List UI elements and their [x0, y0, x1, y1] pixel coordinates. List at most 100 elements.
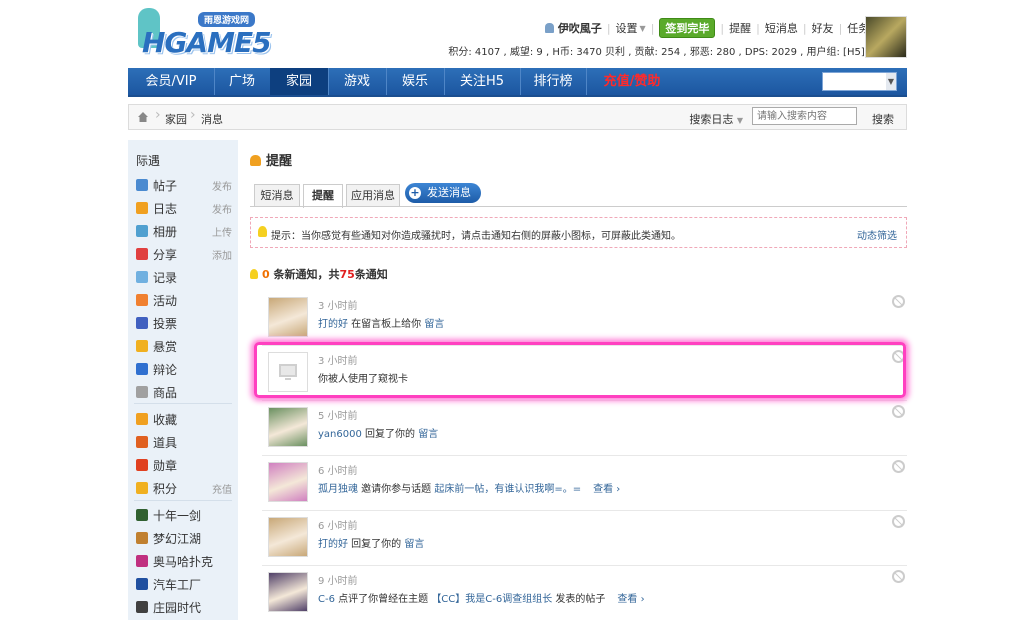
nav-select[interactable]: ▼: [822, 72, 897, 91]
search-input[interactable]: [752, 107, 857, 125]
site-logo[interactable]: 雨恩游戏网 HGAME5: [138, 8, 273, 64]
album-icon: [136, 225, 148, 237]
notification-target-link[interactable]: 【CC】我是C-6调查组组长: [431, 594, 552, 605]
notification-count: 0 条新通知，共75条通知: [250, 266, 388, 282]
sidebar-item-10[interactable]: 收藏: [136, 410, 232, 430]
search-button[interactable]: 搜索: [872, 111, 894, 127]
chevron-right-icon: ›: [155, 107, 161, 123]
sidebar-item-label: 十年一剑: [153, 509, 202, 523]
notification-item: 6 小时前 打的好 回复了你的 留言: [262, 515, 907, 567]
debate-icon: [136, 363, 148, 375]
notification-target-link[interactable]: 留言: [404, 539, 424, 550]
settings-link[interactable]: 设置: [616, 20, 638, 36]
sidebar-item-17[interactable]: 汽车工厂: [136, 575, 232, 595]
block-icon[interactable]: [892, 295, 905, 308]
sidebar-item-action[interactable]: 上传: [212, 224, 232, 239]
reminder-link[interactable]: 提醒: [729, 20, 751, 36]
pm-link[interactable]: 短消息: [765, 20, 798, 36]
filter-link[interactable]: 动态筛选: [857, 227, 897, 242]
avatar[interactable]: [268, 517, 308, 557]
sidebar-item-9[interactable]: 商品: [136, 383, 232, 403]
credit-icon: [136, 482, 148, 494]
friends-link[interactable]: 好友: [812, 20, 834, 36]
goods-icon: [136, 386, 148, 398]
avatar[interactable]: [268, 407, 308, 447]
sidebar-item-1[interactable]: 日志 发布: [136, 199, 232, 219]
tip-box: 提示：当你感觉有些通知对你造成骚扰时，请点击通知右侧的屏蔽小图标，可屏蔽此类通知…: [250, 217, 907, 248]
notification-user-link[interactable]: 孤月独魂: [318, 484, 358, 495]
notification-time: 3 小时前: [318, 301, 358, 312]
notification-body: yan6000 回复了你的 留言: [318, 425, 438, 440]
tip-text: 提示：当你感觉有些通知对你造成骚扰时，请点击通知右侧的屏蔽小图标，可屏蔽此类通知…: [271, 231, 681, 242]
block-icon[interactable]: [892, 515, 905, 528]
sidebar-item-action[interactable]: 添加: [212, 247, 232, 262]
block-icon[interactable]: [892, 460, 905, 473]
sidebar-item-action[interactable]: 发布: [212, 201, 232, 216]
tab-app-messages[interactable]: 应用消息: [346, 184, 400, 207]
notification-divider: [262, 565, 907, 566]
search-type-select[interactable]: 搜索日志 ▼: [689, 111, 743, 127]
view-link[interactable]: 查看 ›: [593, 484, 620, 495]
notification-item: 5 小时前 yan6000 回复了你的 留言: [262, 405, 907, 457]
notification-text: 邀请你参与话题: [358, 484, 435, 495]
block-icon[interactable]: [892, 570, 905, 583]
sidebar-item-7[interactable]: 悬赏: [136, 337, 232, 357]
nav-recharge[interactable]: 充值/赞助: [586, 68, 678, 95]
sidebar-item-11[interactable]: 道具: [136, 433, 232, 453]
breadcrumb-current: 消息: [201, 113, 223, 126]
sidebar-item-label: 活动: [153, 294, 178, 308]
sidebar-item-0[interactable]: 帖子 发布: [136, 176, 232, 196]
notification-text: 在留言板上给你: [348, 319, 425, 330]
notification-user-link[interactable]: 打的好: [318, 539, 348, 550]
sidebar-item-action[interactable]: 发布: [212, 178, 232, 193]
reward-icon: [136, 340, 148, 352]
sidebar: 际遇 帖子 发布 日志 发布 相册 上传 分享 添加 记录 活动 投票 悬赏 辩论 商品 收藏 道具 勋章 积分充…: [128, 140, 238, 620]
view-link[interactable]: 查看 ›: [617, 594, 644, 605]
notification-user-link[interactable]: yan6000: [318, 429, 362, 440]
sidebar-item-3[interactable]: 分享 添加: [136, 245, 232, 265]
nav-games[interactable]: 游戏: [328, 68, 387, 95]
notification-target-link[interactable]: 留言: [418, 429, 438, 440]
sidebar-item-16[interactable]: 奥马哈扑克: [136, 552, 232, 572]
sidebar-item-18[interactable]: 庄园时代: [136, 598, 232, 618]
nav-home[interactable]: 家园: [270, 68, 329, 95]
sidebar-item-13[interactable]: 积分 充值: [136, 479, 232, 499]
sidebar-item-label: 积分: [153, 482, 178, 496]
sign-in-button[interactable]: 签到完毕: [659, 18, 716, 38]
notification-user-link[interactable]: 打的好: [318, 319, 348, 330]
avatar[interactable]: [268, 297, 308, 337]
logo-text: HGAME5: [142, 26, 272, 59]
avatar[interactable]: [268, 462, 308, 502]
nav-vip[interactable]: 会员/VIP: [128, 68, 215, 95]
notification-user-link[interactable]: C-6: [318, 594, 335, 605]
sidebar-item-6[interactable]: 投票: [136, 314, 232, 334]
sidebar-item-label: 记录: [153, 271, 178, 285]
sidebar-item-15[interactable]: 梦幻江湖: [136, 529, 232, 549]
avatar[interactable]: [865, 16, 907, 58]
notification-target-link[interactable]: 起床前一帖，有谁认识我啊=。=: [434, 484, 581, 495]
nav-follow[interactable]: 关注H5: [444, 68, 521, 95]
sidebar-item-14[interactable]: 十年一剑: [136, 506, 232, 526]
car-icon: [136, 578, 148, 590]
sidebar-item-4[interactable]: 记录: [136, 268, 232, 288]
sidebar-item-2[interactable]: 相册 上传: [136, 222, 232, 242]
sidebar-item-5[interactable]: 活动: [136, 291, 232, 311]
nav-entertainment[interactable]: 娱乐: [386, 68, 445, 95]
tab-reminders[interactable]: 提醒: [303, 184, 343, 208]
notification-body: 打的好 回复了你的 留言: [318, 535, 424, 550]
sidebar-item-8[interactable]: 辩论: [136, 360, 232, 380]
sidebar-item-label: 收藏: [153, 413, 178, 427]
notification-target-link[interactable]: 留言: [424, 319, 444, 330]
block-icon[interactable]: [892, 405, 905, 418]
sidebar-item-action[interactable]: 充值: [212, 481, 232, 496]
tab-pm[interactable]: 短消息: [254, 184, 300, 207]
breadcrumb-home[interactable]: 家园: [165, 111, 187, 127]
send-message-button[interactable]: + 发送消息: [405, 183, 481, 203]
nav-ranking[interactable]: 排行榜: [520, 68, 587, 95]
favorite-icon: [136, 413, 148, 425]
sidebar-item-12[interactable]: 勋章: [136, 456, 232, 476]
nav-plaza[interactable]: 广场: [214, 68, 271, 95]
avatar[interactable]: [268, 572, 308, 612]
home-icon[interactable]: [137, 111, 149, 123]
username-link[interactable]: 伊吹風子: [558, 20, 602, 36]
